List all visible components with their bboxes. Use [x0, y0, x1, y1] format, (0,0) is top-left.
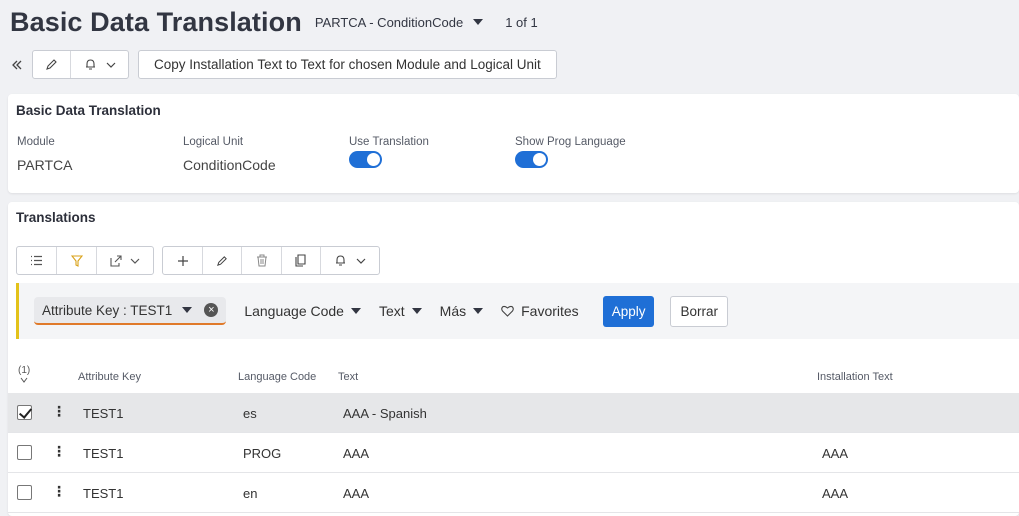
- page-title: Basic Data Translation: [10, 6, 302, 37]
- chevron-down-icon: [20, 377, 28, 383]
- chevron-down-icon: [182, 307, 193, 313]
- record-count: 1 of 1: [505, 14, 538, 30]
- filter-label: Text: [378, 303, 405, 319]
- module-field: Module PARTCA: [17, 136, 73, 173]
- chevron-down-icon: [130, 258, 140, 264]
- edit-button[interactable]: [33, 51, 71, 78]
- plus-icon: [177, 255, 188, 266]
- record-label: PARTCA - ConditionCode: [314, 14, 464, 30]
- use-translation-label: Use Translation: [349, 136, 429, 148]
- logical-unit-label: Logical Unit: [183, 136, 244, 148]
- module-value: PARTCA: [17, 157, 73, 173]
- clear-filter-icon[interactable]: ×: [204, 303, 219, 317]
- table-row[interactable]: ⋮ TEST1 es AAA - Spanish: [8, 393, 1019, 433]
- language-code-cell: es: [243, 406, 257, 421]
- show-prog-language-toggle[interactable]: [515, 151, 548, 168]
- more-vertical-icon[interactable]: ⋮: [52, 404, 66, 418]
- column-header-attribute-key[interactable]: Attribute Key: [78, 371, 141, 383]
- chip-label: Attribute Key : TEST1: [42, 302, 173, 318]
- more-filters[interactable]: Más: [439, 303, 484, 319]
- filter-label: Favorites: [521, 303, 579, 319]
- favorites-filter[interactable]: Favorites: [501, 303, 579, 319]
- filter-bar: Attribute Key : TEST1 × Language Code Te…: [16, 283, 1019, 339]
- heart-icon: [501, 305, 514, 317]
- add-row-button[interactable]: [163, 247, 203, 274]
- use-translation-field: Use Translation: [349, 136, 429, 168]
- pencil-icon: [46, 59, 57, 70]
- duplicate-row-button[interactable]: [282, 247, 321, 274]
- record-selector[interactable]: PARTCA - ConditionCode: [314, 14, 484, 30]
- chevron-down-icon: [356, 258, 366, 264]
- bell-icon: [336, 255, 345, 266]
- chevron-down-icon: [473, 19, 484, 25]
- column-header-installation-text[interactable]: Installation Text: [817, 371, 893, 383]
- card-title: Basic Data Translation: [16, 103, 161, 118]
- clear-button[interactable]: Borrar: [670, 295, 728, 327]
- row-checkbox[interactable]: [17, 405, 32, 420]
- chevron-down-icon: [350, 308, 361, 314]
- text-cell: AAA: [343, 446, 370, 461]
- column-header-text[interactable]: Text: [338, 371, 358, 383]
- list-icon: [31, 255, 42, 266]
- show-prog-language-field: Show Prog Language: [515, 136, 626, 168]
- selection-count-label: (1): [18, 365, 31, 376]
- attribute-key-cell: TEST1: [83, 406, 124, 421]
- show-prog-language-label: Show Prog Language: [515, 136, 626, 148]
- table-row[interactable]: ⋮ TEST1 en AAA AAA: [8, 473, 1019, 513]
- installation-text-cell: AAA: [822, 446, 849, 461]
- edit-row-button[interactable]: [203, 247, 242, 274]
- logical-unit-field: Logical Unit ConditionCode: [183, 136, 276, 173]
- text-cell: AAA: [343, 486, 370, 501]
- text-cell: AAA - Spanish: [343, 406, 427, 421]
- module-label: Module: [17, 136, 55, 148]
- language-code-cell: en: [243, 486, 258, 501]
- language-code-filter[interactable]: Language Code: [244, 303, 361, 319]
- table-header: (1) Attribute Key Language Code Text Ins…: [8, 362, 1019, 393]
- edit-button-group: [32, 50, 129, 79]
- table-toolbar: [16, 246, 388, 275]
- delete-row-button[interactable]: [242, 247, 282, 274]
- page-header: Basic Data Translation PARTCA - Conditio…: [10, 4, 538, 40]
- actions-menu-button[interactable]: [71, 51, 128, 78]
- filter-button[interactable]: [57, 247, 97, 274]
- page-toolbar: Copy Installation Text to Text for chose…: [8, 50, 557, 79]
- list-view-button[interactable]: [17, 247, 57, 274]
- copy-installation-text-button[interactable]: Copy Installation Text to Text for chose…: [138, 50, 557, 79]
- row-checkbox[interactable]: [17, 485, 32, 500]
- chevron-down-icon: [411, 308, 422, 314]
- table-row[interactable]: ⋮ TEST1 PROG AAA AAA: [8, 433, 1019, 473]
- export-icon: [110, 254, 122, 267]
- selection-count[interactable]: (1): [18, 365, 30, 387]
- apply-button[interactable]: Apply: [602, 295, 655, 327]
- pencil-icon: [217, 255, 227, 266]
- copy-icon: [295, 254, 306, 267]
- export-button[interactable]: [97, 247, 153, 274]
- filter-icon: [70, 254, 83, 267]
- language-code-cell: PROG: [243, 446, 282, 461]
- filter-label: Más: [439, 303, 467, 319]
- installation-text-cell: AAA: [822, 486, 849, 501]
- bell-icon: [85, 59, 95, 70]
- row-checkbox[interactable]: [17, 445, 32, 460]
- collapse-double-chevron-icon[interactable]: [8, 50, 26, 79]
- row-actions-button-group: [162, 246, 380, 275]
- row-actions-menu-button[interactable]: [321, 247, 379, 274]
- text-filter[interactable]: Text: [379, 303, 422, 319]
- more-vertical-icon[interactable]: ⋮: [52, 444, 66, 458]
- attribute-key-cell: TEST1: [83, 446, 124, 461]
- column-header-language-code[interactable]: Language Code: [238, 371, 316, 383]
- basic-data-card: Basic Data Translation Module PARTCA Log…: [8, 94, 1019, 193]
- logical-unit-value: ConditionCode: [183, 157, 276, 173]
- trash-icon: [256, 254, 267, 267]
- card-title: Translations: [16, 210, 96, 225]
- chevron-down-icon: [106, 62, 115, 68]
- view-button-group: [16, 246, 154, 275]
- attribute-key-filter-chip[interactable]: Attribute Key : TEST1 ×: [34, 297, 227, 325]
- chevron-down-icon: [473, 308, 484, 314]
- translations-card: Translations Attribute Key: TEST1 × Lan…: [8, 202, 1019, 516]
- attribute-key-cell: TEST1: [83, 486, 124, 501]
- more-vertical-icon[interactable]: ⋮: [52, 484, 66, 498]
- use-translation-toggle[interactable]: [349, 151, 382, 168]
- filter-label: Language Code: [244, 303, 344, 319]
